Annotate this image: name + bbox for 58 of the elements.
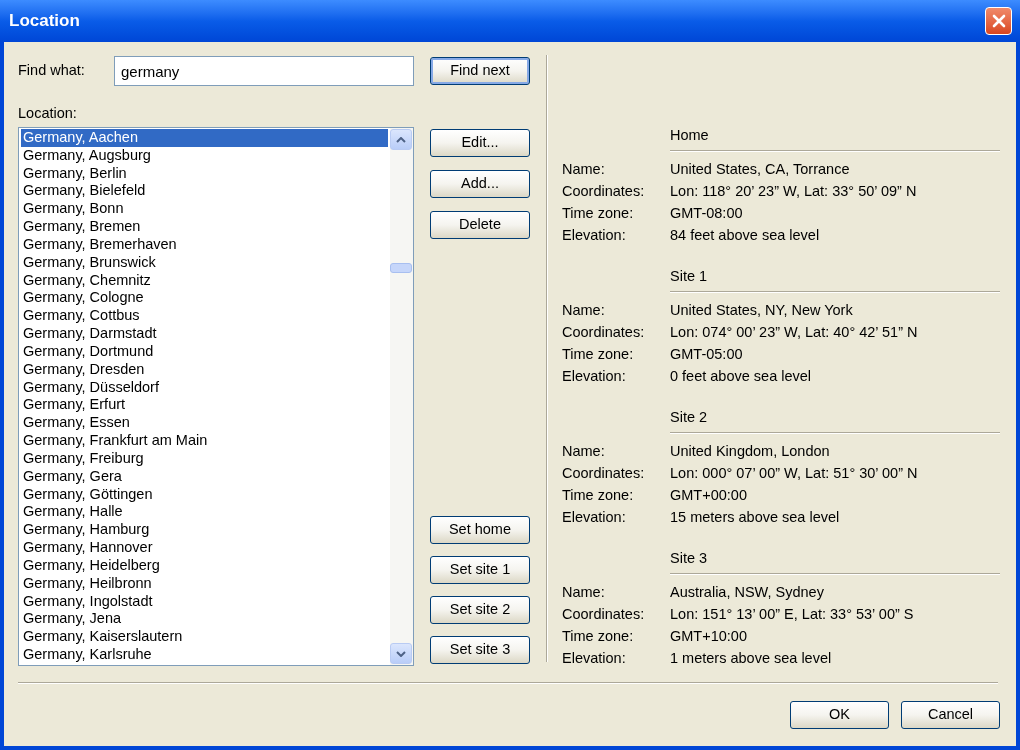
field-value: 1 meters above sea level [670, 649, 832, 669]
section-title: Site 1 [670, 267, 708, 286]
field-value: United Kingdom, London [670, 442, 830, 462]
ok-button[interactable]: OK [790, 701, 889, 729]
list-item[interactable]: Germany, Aachen [21, 129, 388, 147]
scrollbar-thumb[interactable] [390, 263, 412, 273]
field-label: Name: [562, 442, 606, 462]
field-label: Time zone: [562, 204, 635, 224]
set-site-button[interactable]: Set site 3 [430, 636, 530, 664]
close-button[interactable] [985, 7, 1012, 35]
section-title: Site 3 [670, 549, 708, 568]
delete-button[interactable]: Delete [430, 211, 530, 239]
field-label: Coordinates: [562, 323, 646, 343]
field-label: Elevation: [562, 367, 627, 387]
close-icon [991, 14, 1006, 28]
find-label: Find what: [18, 61, 86, 81]
scroll-up-button[interactable] [390, 129, 412, 150]
field-value: 15 meters above sea level [670, 508, 840, 528]
find-field[interactable]: germany [114, 56, 414, 86]
field-value: Lon: 151° 13’ 00” E, Lat: 33° 53’ 00” S [670, 605, 914, 625]
edit-button[interactable]: Edit... [430, 129, 530, 157]
field-value: 84 feet above sea level [670, 226, 820, 246]
section-title: Home [670, 126, 709, 145]
field-value: Lon: 074° 00’ 23” W, Lat: 40° 42’ 51” N [670, 323, 918, 343]
field-label: Elevation: [562, 508, 627, 528]
field-value: GMT+00:00 [670, 486, 747, 506]
field-value: GMT-05:00 [670, 345, 743, 365]
chevron-down-icon [396, 650, 406, 657]
field-label: Elevation: [562, 649, 627, 669]
find-next-button[interactable]: Find next [430, 57, 530, 85]
field-label: Name: [562, 583, 606, 603]
field-value: United States, NY, New York [670, 301, 853, 321]
location-label: Location: [18, 105, 77, 121]
field-label: Coordinates: [562, 605, 646, 625]
field-value: GMT+10:00 [670, 627, 747, 647]
window-title: Location [9, 10, 80, 32]
field-label: Coordinates: [562, 464, 646, 484]
cancel-button[interactable]: Cancel [901, 701, 1000, 729]
field-label: Time zone: [562, 486, 635, 506]
set-home-button[interactable]: Set home [430, 516, 530, 544]
field-label: Elevation: [562, 226, 627, 246]
field-value: GMT-08:00 [670, 204, 743, 224]
chevron-up-icon [396, 136, 406, 143]
scroll-down-button[interactable] [390, 643, 412, 664]
field-label: Time zone: [562, 627, 635, 647]
set-site-button[interactable]: Set site 2 [430, 596, 530, 624]
field-value: Lon: 118° 20’ 23” W, Lat: 33° 50’ 09” N [670, 182, 917, 202]
field-value: 0 feet above sea level [670, 367, 812, 387]
field-label: Time zone: [562, 345, 635, 365]
field-value: Lon: 000° 07’ 00” W, Lat: 51° 30’ 00” N [670, 464, 918, 484]
set-site-button[interactable]: Set site 1 [430, 556, 530, 584]
field-label: Name: [562, 160, 606, 180]
section-title: Site 2 [670, 408, 708, 427]
field-value: Australia, NSW, Sydney [670, 583, 824, 603]
field-label: Name: [562, 301, 606, 321]
field-label: Coordinates: [562, 182, 646, 202]
field-value: United States, CA, Torrance [670, 160, 850, 180]
add-button[interactable]: Add... [430, 170, 530, 198]
